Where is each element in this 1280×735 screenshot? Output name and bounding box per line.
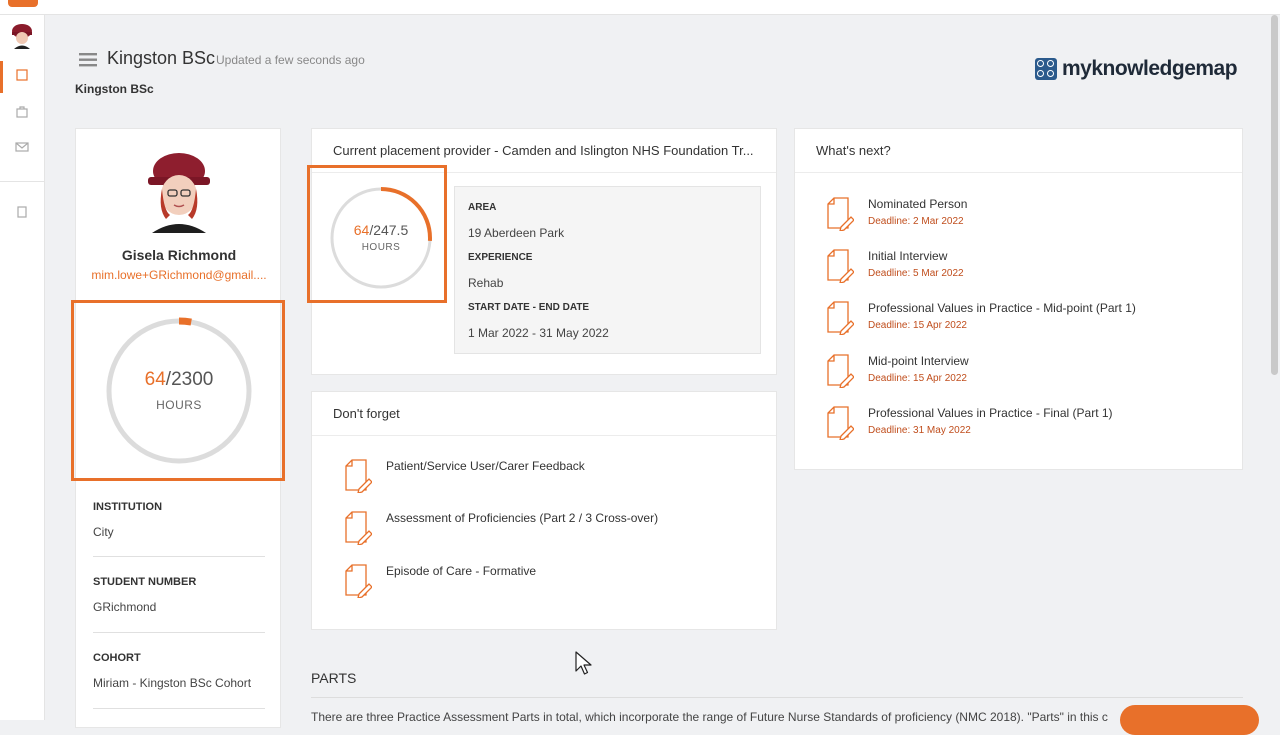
placement-details: AREA 19 Aberdeen Park EXPERIENCE Rehab S… [454, 186, 761, 354]
whats-next-card: What's next? Nominated Person Deadline: … [794, 128, 1243, 470]
task-title: Patient/Service User/Carer Feedback [386, 459, 585, 473]
area-label: AREA [468, 202, 497, 213]
experience-label: EXPERIENCE [468, 252, 533, 263]
institution-value: City [93, 525, 114, 539]
updated-status: Updated a few seconds ago [216, 53, 365, 67]
document-edit-icon [827, 197, 854, 231]
brand-name: myknowledgemap [1062, 57, 1238, 80]
top-bar [0, 0, 1280, 15]
task-title: Mid-point Interview [868, 354, 969, 368]
document-edit-icon [827, 249, 854, 283]
dont-forget-card: Don't forget Patient/Service User/Carer … [311, 391, 777, 630]
document-icon[interactable] [14, 205, 30, 221]
field-divider [93, 556, 265, 557]
task-deadline: Deadline: 15 Apr 2022 [868, 320, 967, 331]
mail-icon[interactable] [14, 141, 30, 157]
task-title: Nominated Person [868, 197, 968, 211]
task-deadline: Deadline: 31 May 2022 [868, 425, 971, 436]
briefcase-icon[interactable] [14, 105, 30, 121]
parts-description: There are three Practice Assessment Part… [311, 710, 1108, 724]
cohort-value: Miriam - Kingston BSc Cohort [93, 676, 252, 690]
help-button[interactable] [1120, 705, 1259, 735]
field-divider [93, 708, 265, 709]
app-logo-icon[interactable] [8, 0, 38, 7]
active-indicator [0, 61, 3, 93]
sidebar [0, 15, 45, 720]
field-divider [93, 632, 265, 633]
student-number-label: STUDENT NUMBER [93, 576, 197, 588]
institution-label: INSTITUTION [93, 501, 163, 513]
document-edit-icon [827, 406, 854, 440]
task-title: Professional Values in Practice - Final … [868, 406, 1113, 420]
placement-hours-highlight [307, 165, 447, 303]
list-icon [79, 53, 97, 67]
total-hours-highlight [71, 300, 285, 481]
document-edit-icon [827, 354, 854, 388]
user-avatar[interactable] [10, 23, 34, 49]
whats-next-header: What's next? [795, 129, 1242, 173]
brand-logo: myknowledgemap [1035, 56, 1238, 82]
task-title: Assessment of Proficiencies (Part 2 / 3 … [386, 511, 659, 525]
document-edit-icon [345, 511, 372, 545]
area-value: 19 Aberdeen Park [468, 226, 565, 240]
task-title: Initial Interview [868, 249, 948, 263]
cohort-label: COHORT [93, 652, 141, 664]
dashboard-icon[interactable] [14, 69, 30, 85]
experience-value: Rehab [468, 276, 504, 290]
document-edit-icon [345, 564, 372, 598]
breadcrumb: Kingston BSc [75, 82, 154, 96]
task-deadline: Deadline: 2 Mar 2022 [868, 216, 964, 227]
document-edit-icon [345, 459, 372, 493]
student-number-value: GRichmond [93, 600, 157, 614]
page-title: Kingston BSc [107, 48, 216, 68]
task-title: Episode of Care - Formative [386, 564, 537, 578]
dates-value: 1 Mar 2022 - 31 May 2022 [468, 326, 609, 340]
page-scrollbar[interactable] [1271, 15, 1278, 375]
task-title: Professional Values in Practice - Mid-po… [868, 301, 1136, 315]
task-deadline: Deadline: 15 Apr 2022 [868, 373, 967, 384]
dont-forget-header: Don't forget [312, 392, 776, 436]
profile-email[interactable]: mim.lowe+GRichmond@gmail.... [76, 268, 282, 282]
profile-avatar [148, 153, 210, 233]
sidebar-divider [0, 181, 45, 182]
dates-label: START DATE - END DATE [468, 302, 590, 313]
parts-divider [311, 697, 1243, 698]
brand-mark-icon [1035, 58, 1057, 80]
document-edit-icon [827, 301, 854, 335]
mouse-cursor-icon [575, 651, 592, 675]
profile-name: Gisela Richmond [121, 247, 237, 263]
task-deadline: Deadline: 5 Mar 2022 [868, 268, 964, 279]
parts-title: PARTS [311, 670, 357, 686]
